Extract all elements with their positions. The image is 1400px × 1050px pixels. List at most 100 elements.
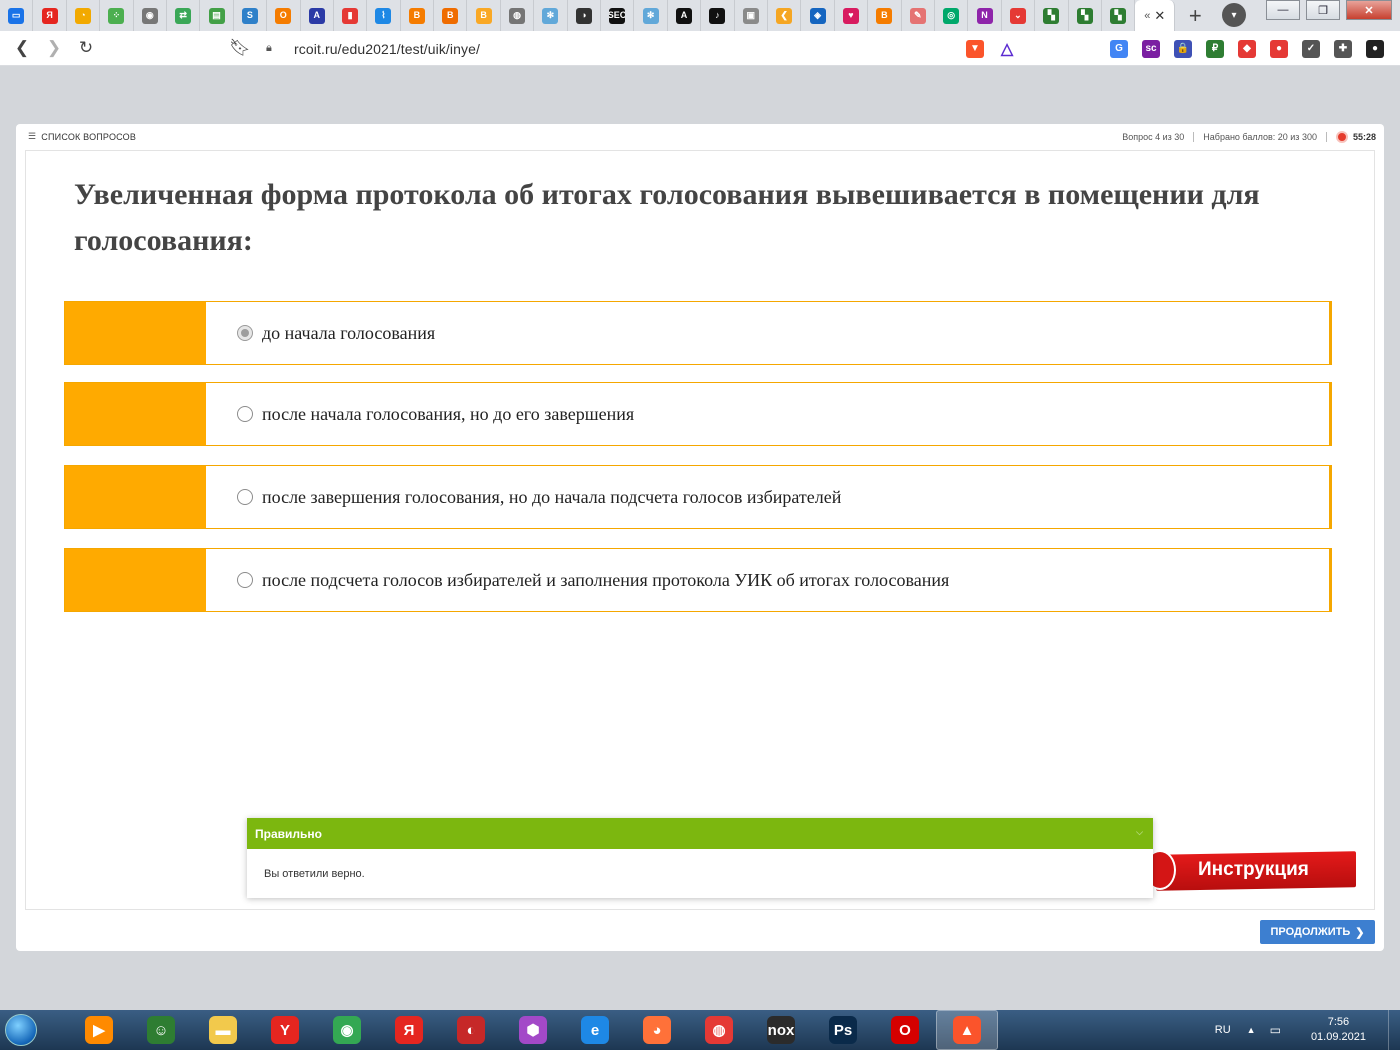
tray-expand-icon[interactable]: ▲ [1247,1025,1256,1035]
heart-icon: ♥ [842,7,859,24]
browser-tab[interactable]: ✻ [534,0,568,31]
sc-icon[interactable]: sc [1142,39,1160,58]
browser-tab[interactable]: ◎ [935,0,969,31]
taskbar-app[interactable]: ☺ [130,1010,192,1050]
taskbar-app[interactable]: ▶ [68,1010,130,1050]
puzzle-icon[interactable]: ✚ [1334,39,1352,58]
brave-shield-icon[interactable]: ▼ [966,39,984,58]
minimize-button[interactable]: — [1266,0,1300,20]
browser-tab[interactable]: A [668,0,702,31]
browser-tab[interactable]: ❮ [768,0,802,31]
browser-tab[interactable]: ♥ [835,0,869,31]
browser-tab[interactable]: B [434,0,468,31]
browser-tab[interactable]: ⁘ [100,0,134,31]
browser-tab[interactable]: O [267,0,301,31]
browser-tab[interactable]: ◍ [501,0,535,31]
answer-radio[interactable] [237,572,253,588]
browser-tab[interactable]: ⌄ [1002,0,1036,31]
close-window-button[interactable]: ✕ [1346,0,1392,20]
answer-radio[interactable] [237,406,253,422]
cube-icon[interactable]: ◆ [1238,39,1256,58]
taskbar-app[interactable]: ◐ [440,1010,502,1050]
forward-arrow-icon[interactable]: ❯ [38,32,70,64]
lock-icon[interactable]: 🔒︎ [266,42,280,55]
browser-tab[interactable]: Я [33,0,67,31]
back-arrow-icon[interactable]: ❮ [6,32,38,64]
browser-tab[interactable]: ◈ [801,0,835,31]
browser-tab[interactable]: B [467,0,501,31]
browser-tab[interactable]: ▤ [200,0,234,31]
chevron-down-icon[interactable]: ⌵ [1136,827,1143,838]
browser-tab[interactable]: ✻ [634,0,668,31]
clock[interactable]: 7:56 01.09.2021 [1311,1015,1366,1045]
answer-option[interactable]: после начала голосования, но до его заве… [64,382,1332,446]
browser-tab[interactable]: ⌇ [367,0,401,31]
url-text[interactable]: rcoit.ru/edu2021/test/uik/inye/ [294,41,480,57]
browser-tab[interactable]: ◔ [67,0,101,31]
taskbar-app[interactable]: ▲ [936,1010,998,1050]
start-button[interactable] [0,1010,42,1050]
yandex-icon: Я [395,1016,423,1044]
answer-option[interactable]: до начала голосования [64,301,1332,365]
taskbar-app[interactable]: Y [254,1010,316,1050]
taskbar-app[interactable]: ◍ [688,1010,750,1050]
taskbar-app[interactable]: ◕ [626,1010,688,1050]
browser-tab[interactable]: A [301,0,334,31]
browser-tab[interactable]: ⇄ [167,0,201,31]
reload-icon[interactable]: ↻ [70,32,102,64]
browser-tab[interactable]: B [868,0,902,31]
taskbar-app[interactable]: ⬢ [502,1010,564,1050]
browser-tab[interactable]: B [401,0,435,31]
taskbar-app[interactable]: Ps [812,1010,874,1050]
browser-tab[interactable]: ◑ [568,0,602,31]
browser-tab[interactable]: ▭ [0,0,34,31]
tab-search-icon[interactable]: ▾ [1222,3,1246,27]
taskbar-app[interactable]: Я [378,1010,440,1050]
active-tab[interactable]: « ✕ [1135,0,1176,31]
address-bar[interactable]: 🔒︎ rcoit.ru/edu2021/test/uik/inye/ ▼ △ [258,35,1026,62]
translate-icon[interactable]: G [1110,39,1128,58]
browser-tab[interactable]: ♪ [701,0,735,31]
answer-option[interactable]: после подсчета голосов избирателей и зап… [64,548,1332,612]
taskbar-app[interactable]: ▬ [192,1010,254,1050]
ruble-icon[interactable]: ₽ [1206,39,1224,58]
clock-date: 01.09.2021 [1310,1031,1366,1043]
browser-tab[interactable]: ▮ [334,0,368,31]
taskbar-app[interactable]: ◉ [316,1010,378,1050]
answer-option[interactable]: после завершения голосования, но до нача… [64,465,1332,529]
instruction-banner[interactable]: Инструкция [1136,850,1356,891]
taskbar-app[interactable]: nox [750,1010,812,1050]
browser-tab[interactable]: SEO [601,0,635,31]
browser-tab[interactable]: ▚ [1035,0,1069,31]
brave-rewards-icon[interactable]: △ [998,40,1016,58]
browser-tab[interactable]: N [968,0,1002,31]
browser-tab[interactable]: S [234,0,268,31]
profile-icon[interactable]: ● [1366,39,1384,58]
analytics-icon: A [308,7,325,24]
video-player-icon: ▶ [85,1016,113,1044]
language-indicator[interactable]: RU [1215,1024,1231,1036]
new-tab-button[interactable]: + [1181,2,1209,30]
opera-icon: O [891,1016,919,1044]
answer-radio[interactable] [237,325,253,341]
questions-list-link[interactable]: ☰ СПИСОК ВОПРОСОВ [28,131,136,142]
browser-tab[interactable]: ▚ [1102,0,1136,31]
browser-tab[interactable]: ▣ [735,0,768,31]
bookmark-icon[interactable]: 🔖︎ [224,32,256,64]
feedback-title: Правильно [255,826,322,841]
show-desktop-button[interactable] [1388,1010,1400,1050]
close-tab-icon[interactable]: ✕ [1154,8,1165,24]
record-icon[interactable]: ● [1270,39,1288,58]
browser-tab[interactable]: ▚ [1069,0,1102,31]
browser-tab[interactable]: ✎ [902,0,935,31]
taskbar-app[interactable]: e [564,1010,626,1050]
network-icon[interactable]: ▭ [1270,1023,1281,1037]
shield-check-icon[interactable]: ✓ [1302,39,1320,58]
feedback-panel: Правильно ⌵ Вы ответили верно. [247,818,1153,898]
browser-tab[interactable]: ◉ [134,0,167,31]
lock-ext-icon[interactable]: 🔒 [1174,39,1192,58]
maximize-button[interactable]: ❐ [1306,0,1340,20]
answer-radio[interactable] [237,489,253,505]
continue-button[interactable]: ПРОДОЛЖИТЬ ❯ [1260,920,1375,944]
taskbar-app[interactable]: O [874,1010,936,1050]
